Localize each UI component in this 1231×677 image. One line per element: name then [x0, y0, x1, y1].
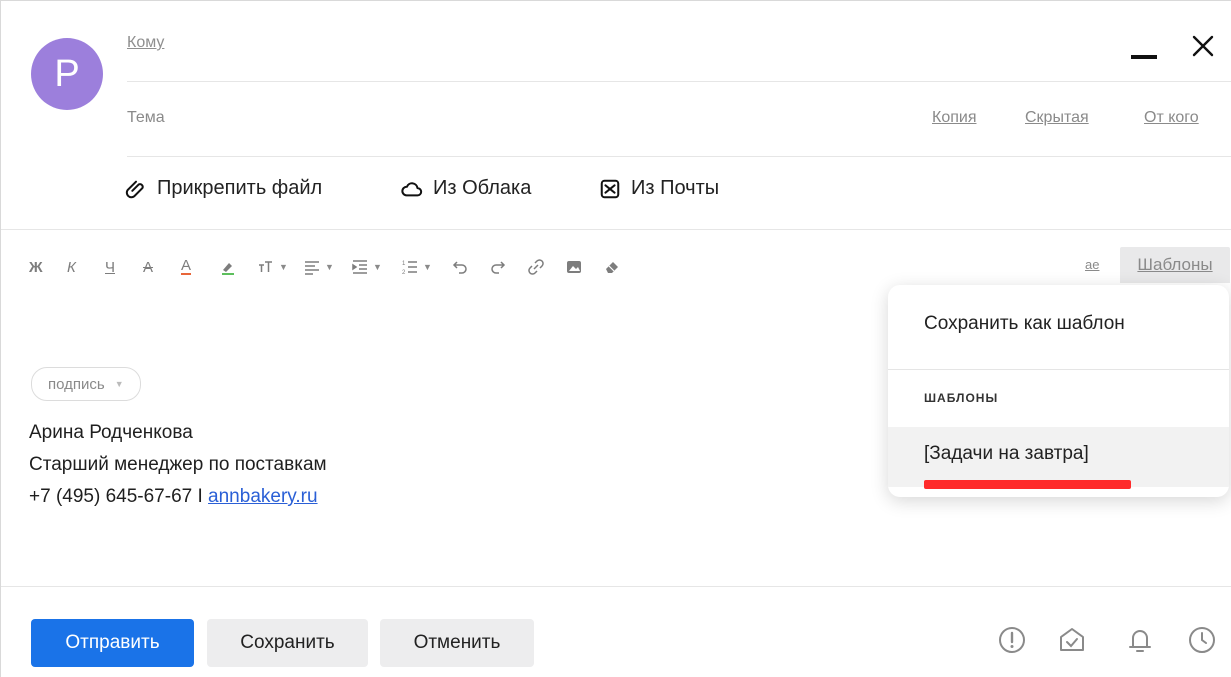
- cancel-button[interactable]: Отменить: [380, 619, 534, 667]
- signature-position: Старший менеджер по поставкам: [29, 454, 327, 475]
- signature-contact: +7 (495) 645-67-67 I annbakery.ru: [29, 486, 318, 508]
- eraser-icon: [606, 262, 618, 273]
- align-button[interactable]: ▼: [303, 258, 341, 276]
- importance-button[interactable]: [997, 625, 1027, 655]
- signature-name: Арина Родченкова: [29, 422, 193, 443]
- indent-button[interactable]: ▼: [351, 258, 389, 276]
- template-item-label: [Задачи на завтра]: [924, 443, 1089, 464]
- save-button-label: Сохранить: [240, 632, 335, 653]
- avatar-letter: P: [54, 52, 80, 95]
- bold-button[interactable]: Ж: [29, 259, 67, 276]
- mail-box-icon: [600, 179, 620, 198]
- text-color-icon: А: [181, 257, 192, 275]
- signature-select[interactable]: подпись ▼: [31, 367, 141, 401]
- close-icon: [1192, 35, 1214, 57]
- bell-icon: [1129, 630, 1151, 652]
- avatar[interactable]: P: [31, 38, 103, 110]
- from-cloud-button[interactable]: Из Облака: [401, 177, 531, 200]
- subject-field-label[interactable]: Тема: [127, 109, 165, 127]
- delayed-send-button[interactable]: [1187, 625, 1217, 655]
- save-button[interactable]: Сохранить: [207, 619, 368, 667]
- templates-button[interactable]: Шаблоны: [1120, 247, 1230, 283]
- dropdown-divider: [888, 369, 1229, 370]
- link-button[interactable]: [527, 258, 565, 276]
- chevron-down-icon: ▼: [423, 262, 432, 272]
- signature-site-link[interactable]: annbakery.ru: [208, 486, 318, 507]
- from-mail-label: Из Почты: [631, 177, 720, 199]
- minimize-button[interactable]: [1131, 55, 1157, 59]
- numbered-list-icon: 12: [402, 261, 417, 276]
- cc-link[interactable]: Копия: [932, 109, 976, 127]
- chevron-down-icon: ▼: [325, 262, 334, 272]
- attach-divider: [1, 229, 1231, 230]
- signature-phone: +7 (495) 645-67-67 I: [29, 486, 203, 507]
- italic-button[interactable]: К: [67, 259, 105, 276]
- from-mail-button[interactable]: Из Почты: [599, 177, 719, 200]
- reminder-button[interactable]: [1125, 625, 1155, 655]
- clear-format-button[interactable]: [603, 258, 641, 276]
- cloud-icon: [401, 181, 423, 196]
- chevron-down-icon: ▼: [279, 262, 288, 272]
- redo-icon: [491, 261, 506, 274]
- svg-text:1: 1: [402, 261, 406, 267]
- underline-button[interactable]: Ч: [105, 259, 143, 276]
- close-button[interactable]: [1191, 31, 1215, 63]
- chevron-down-icon: ▼: [114, 379, 124, 389]
- link-icon: [528, 259, 544, 275]
- strikethrough-icon: А: [143, 258, 154, 276]
- format-toolbar: Ж К Ч А А ▼ ▼ ▼ 1 2 ▼: [29, 255, 641, 279]
- image-icon: [567, 261, 581, 273]
- template-item[interactable]: [Задачи на завтра]: [888, 427, 1229, 487]
- svg-text:2: 2: [402, 270, 406, 276]
- read-receipt-button[interactable]: [1057, 625, 1087, 655]
- bold-icon: Ж: [29, 258, 43, 276]
- list-button[interactable]: 1 2 ▼: [401, 258, 439, 276]
- compose-window: P Кому Тема Копия Скрытая От кого Прикре…: [0, 0, 1231, 677]
- clock-icon: [1189, 627, 1215, 653]
- image-button[interactable]: [565, 258, 603, 276]
- exclamation-circle-icon: [999, 627, 1025, 653]
- strikethrough-button[interactable]: А: [143, 259, 181, 276]
- cancel-button-label: Отменить: [413, 632, 501, 653]
- spellcheck-icon[interactable]: ае: [1085, 257, 1099, 272]
- templates-heading: ШАБЛОНЫ: [924, 391, 999, 405]
- bcc-link[interactable]: Скрытая: [1025, 109, 1089, 127]
- send-button[interactable]: Отправить: [31, 619, 194, 667]
- underline-icon: Ч: [105, 258, 115, 276]
- envelope-check-icon: [1060, 628, 1084, 651]
- redo-button[interactable]: [489, 258, 527, 276]
- attach-file-label: Прикрепить файл: [157, 177, 323, 199]
- italic-icon: К: [67, 258, 76, 276]
- to-field-label[interactable]: Кому: [127, 34, 164, 52]
- highlight-underline: [924, 480, 1131, 489]
- undo-button[interactable]: [451, 258, 489, 276]
- font-size-icon: [259, 261, 272, 272]
- from-cloud-label: Из Облака: [433, 177, 532, 199]
- send-button-label: Отправить: [65, 632, 160, 653]
- attach-file-button[interactable]: Прикрепить файл: [125, 177, 322, 200]
- indent-icon: [352, 260, 367, 274]
- paperclip-icon: [125, 180, 144, 198]
- highlighter-icon: [222, 263, 234, 275]
- font-size-button[interactable]: ▼: [257, 258, 295, 276]
- templates-button-label: Шаблоны: [1137, 255, 1213, 274]
- align-left-icon: [305, 261, 319, 275]
- footer-divider: [1, 586, 1231, 587]
- undo-icon: [452, 261, 467, 274]
- highlight-button[interactable]: [219, 258, 257, 276]
- text-color-button[interactable]: А: [181, 257, 219, 275]
- templates-dropdown: Сохранить как шаблон ШАБЛОНЫ [Задачи на …: [888, 285, 1229, 497]
- to-divider: [127, 81, 1231, 82]
- save-as-template-item[interactable]: Сохранить как шаблон: [924, 313, 1125, 335]
- subject-divider: [127, 156, 1231, 157]
- from-link[interactable]: От кого: [1144, 109, 1199, 127]
- signature-chip-label: подпись: [48, 375, 105, 393]
- chevron-down-icon: ▼: [373, 262, 382, 272]
